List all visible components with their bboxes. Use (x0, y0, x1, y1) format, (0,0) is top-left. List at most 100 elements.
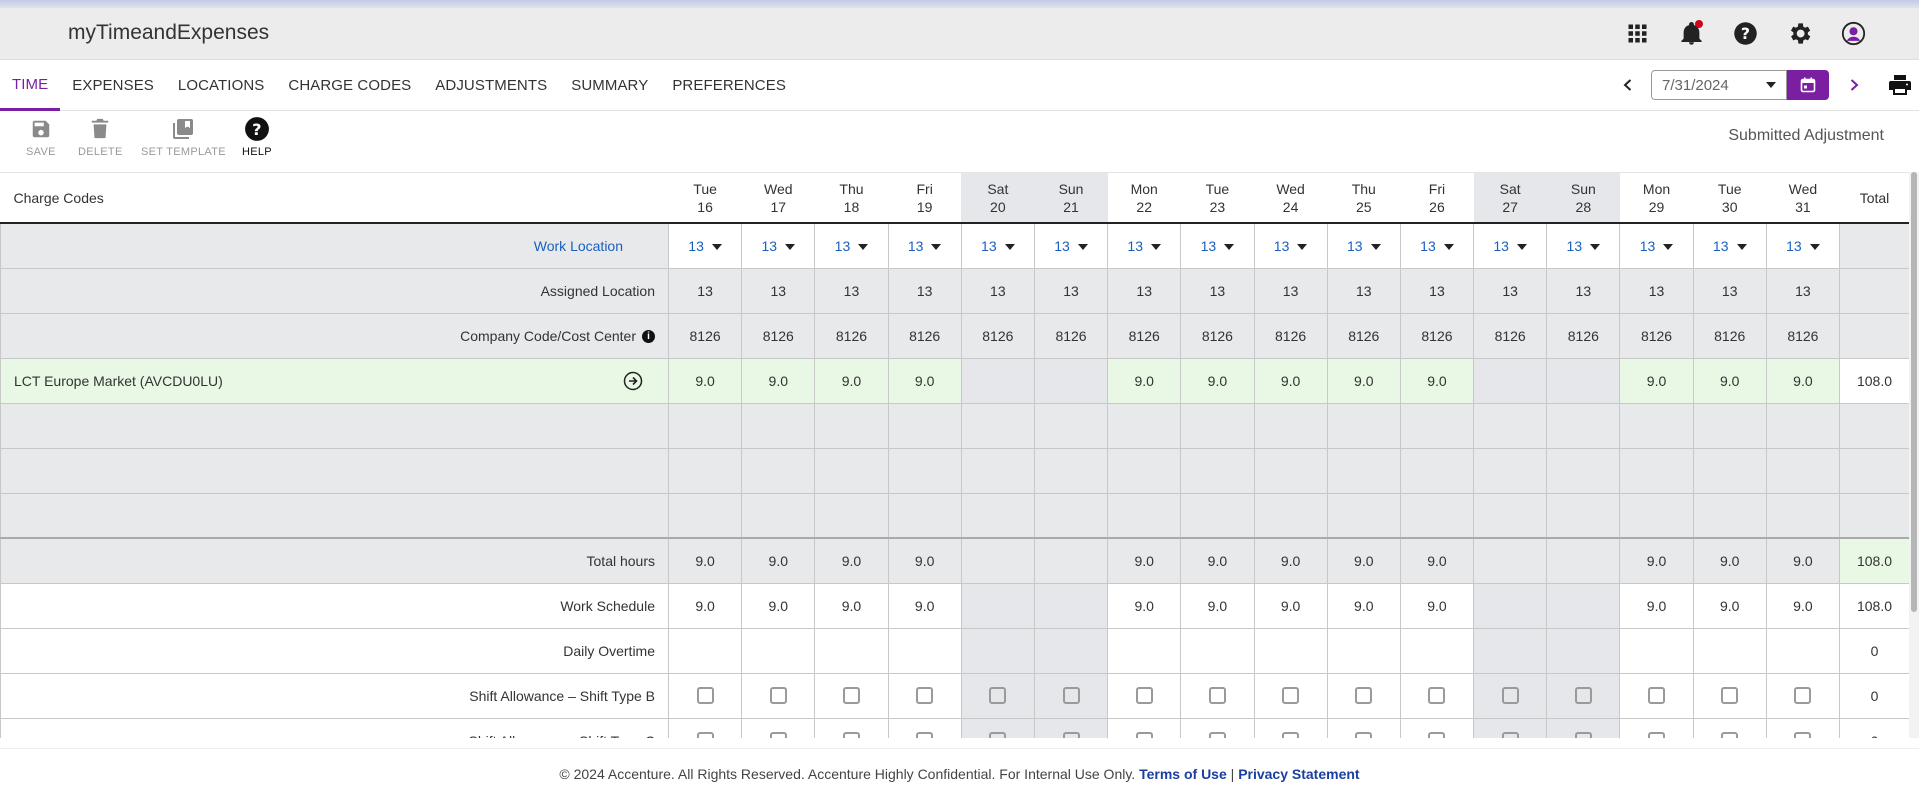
hours-cell[interactable]: 9.0 (1765, 357, 1841, 404)
empty-cell[interactable] (667, 492, 743, 539)
hours-cell[interactable]: 9.0 (1180, 357, 1255, 404)
empty-cell[interactable] (1765, 492, 1841, 539)
tab-summary[interactable]: SUMMARY (559, 61, 660, 111)
work-location-select[interactable]: 13 (814, 222, 889, 269)
work-location-select[interactable]: 13 (1619, 222, 1694, 269)
work-location-select[interactable]: 13 (1473, 222, 1548, 269)
empty-cell[interactable] (1180, 492, 1255, 539)
shift-b-checkbox[interactable] (842, 687, 860, 705)
daily-overtime-cell[interactable] (667, 627, 743, 674)
empty-cell[interactable] (1180, 402, 1255, 449)
empty-cell[interactable] (1546, 447, 1621, 494)
gear-icon[interactable] (1786, 20, 1813, 47)
empty-cell[interactable] (1033, 447, 1109, 494)
shift-b-checkbox[interactable] (1355, 687, 1373, 705)
empty-cell[interactable] (1399, 492, 1475, 539)
help-circle-icon[interactable]: ? (1732, 20, 1759, 47)
empty-cell[interactable] (1253, 492, 1328, 539)
terms-of-use-link[interactable]: Terms of Use (1139, 766, 1227, 782)
save-button[interactable]: SAVE (26, 116, 56, 158)
empty-cell[interactable] (1326, 447, 1401, 494)
empty-cell[interactable] (887, 492, 962, 539)
shift-c-checkbox[interactable] (769, 732, 787, 738)
empty-cell[interactable] (814, 492, 889, 539)
empty-cell[interactable] (1692, 492, 1767, 539)
shift-b-checkbox[interactable] (916, 687, 934, 705)
empty-cell[interactable] (667, 447, 743, 494)
shift-c-checkbox[interactable] (1355, 732, 1373, 738)
empty-cell[interactable] (741, 492, 816, 539)
empty-cell[interactable] (814, 402, 889, 449)
set-template-button[interactable]: SET TEMPLATE (141, 116, 226, 158)
empty-cell[interactable] (1619, 402, 1694, 449)
daily-overtime-cell[interactable] (960, 627, 1035, 674)
empty-cell[interactable] (1765, 447, 1841, 494)
shift-b-checkbox[interactable] (769, 687, 787, 705)
work-location-select[interactable]: 13 (1107, 222, 1182, 269)
empty-cell[interactable] (1546, 402, 1621, 449)
work-location-select[interactable]: 13 (1546, 222, 1621, 269)
empty-cell[interactable] (1546, 492, 1621, 539)
shift-c-checkbox[interactable] (916, 732, 934, 738)
info-icon[interactable]: i (642, 330, 655, 344)
shift-b-checkbox[interactable] (1648, 687, 1666, 705)
hours-cell[interactable]: 9.0 (1692, 357, 1767, 404)
work-location-select[interactable]: 13 (1253, 222, 1328, 269)
shift-c-checkbox[interactable] (696, 732, 714, 738)
daily-overtime-cell[interactable] (1326, 627, 1401, 674)
daily-overtime-cell[interactable] (741, 627, 816, 674)
grid-scrollbar-thumb[interactable] (1911, 172, 1917, 612)
shift-b-checkbox[interactable] (1501, 687, 1519, 705)
shift-b-checkbox[interactable] (989, 687, 1007, 705)
daily-overtime-cell[interactable] (1765, 627, 1841, 674)
empty-cell[interactable] (960, 447, 1035, 494)
work-location-select[interactable]: 13 (1692, 222, 1767, 269)
hours-cell[interactable]: 9.0 (1107, 357, 1182, 404)
work-location-select[interactable]: 13 (1180, 222, 1255, 269)
shift-b-checkbox[interactable] (1574, 687, 1592, 705)
daily-overtime-cell[interactable] (1619, 627, 1694, 674)
shift-b-checkbox[interactable] (1208, 687, 1226, 705)
bell-icon[interactable] (1678, 20, 1705, 47)
daily-overtime-cell[interactable] (1253, 627, 1328, 674)
daily-overtime-cell[interactable] (1473, 627, 1548, 674)
shift-c-checkbox[interactable] (1135, 732, 1153, 738)
empty-cell[interactable] (1473, 402, 1548, 449)
hours-cell[interactable]: 9.0 (887, 357, 962, 404)
empty-cell[interactable] (1033, 492, 1109, 539)
shift-c-checkbox[interactable] (989, 732, 1007, 738)
delete-button[interactable]: DELETE (78, 116, 123, 158)
shift-c-checkbox[interactable] (1501, 732, 1519, 738)
arrow-circle-right-icon[interactable] (623, 371, 643, 391)
hours-cell[interactable] (960, 357, 1035, 404)
empty-cell[interactable] (1619, 492, 1694, 539)
empty-cell[interactable] (1326, 402, 1401, 449)
empty-cell[interactable] (1253, 447, 1328, 494)
empty-cell[interactable] (887, 402, 962, 449)
apps-grid-icon[interactable] (1624, 20, 1651, 47)
daily-overtime-cell[interactable] (1546, 627, 1621, 674)
empty-cell[interactable] (1253, 402, 1328, 449)
shift-c-checkbox[interactable] (1428, 732, 1446, 738)
empty-cell[interactable] (1473, 447, 1548, 494)
work-location-select[interactable]: 13 (1399, 222, 1475, 269)
shift-b-checkbox[interactable] (1721, 687, 1739, 705)
hours-cell[interactable] (1473, 357, 1548, 404)
empty-cell[interactable] (741, 447, 816, 494)
empty-cell[interactable] (667, 402, 743, 449)
tab-preferences[interactable]: PREFERENCES (660, 61, 798, 111)
empty-cell[interactable] (1692, 402, 1767, 449)
shift-c-checkbox[interactable] (1648, 732, 1666, 738)
print-button[interactable] (1885, 70, 1915, 100)
shift-b-checkbox[interactable] (696, 687, 714, 705)
empty-cell[interactable] (1619, 447, 1694, 494)
hours-cell[interactable]: 9.0 (1326, 357, 1401, 404)
empty-cell[interactable] (1180, 447, 1255, 494)
daily-overtime-cell[interactable] (1033, 627, 1109, 674)
daily-overtime-cell[interactable] (814, 627, 889, 674)
shift-c-checkbox[interactable] (1062, 732, 1080, 738)
privacy-statement-link[interactable]: Privacy Statement (1238, 766, 1359, 782)
daily-overtime-cell[interactable] (1399, 627, 1475, 674)
shift-b-checkbox[interactable] (1135, 687, 1153, 705)
shift-c-checkbox[interactable] (1282, 732, 1300, 738)
